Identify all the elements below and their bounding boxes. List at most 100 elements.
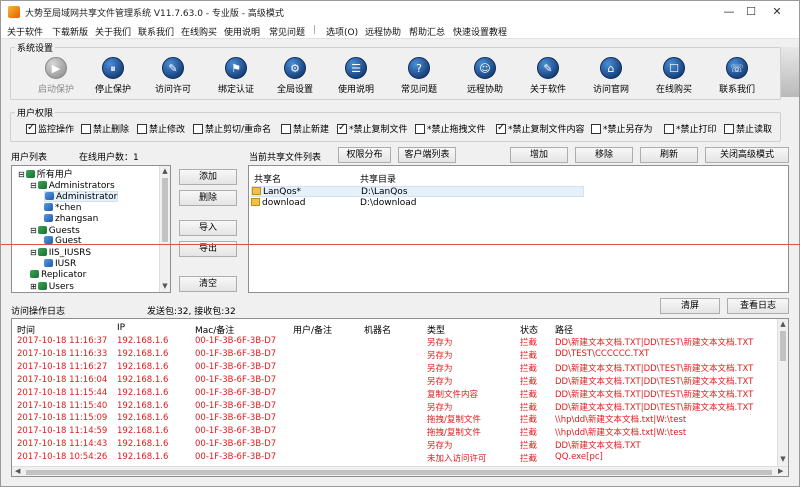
permission-checkbox-1[interactable]: 禁止删除 [81,122,129,135]
log-scroll-up-icon[interactable]: ▲ [778,320,788,328]
checkbox-box-3[interactable] [193,124,203,134]
permission-checkbox-4[interactable]: 禁止新建 [281,122,329,135]
toolbar-button-5[interactable]: ☰ 使用说明 [326,57,386,97]
remove-share-button[interactable]: 移除 [575,147,633,163]
table-row[interactable]: 2017-10-18 11:16:33 192.168.1.6 00-1F-3B-6… [12,349,776,361]
checkbox-box-2[interactable] [137,124,147,134]
toolbar-button-7[interactable]: ☺ 远程协助 [455,57,515,97]
tree-expander-icon[interactable]: ⊟ [30,248,37,257]
tree-node-7[interactable]: ⊟ IIS_IUSRS [30,247,91,258]
log-scroll-down-icon[interactable]: ▼ [778,455,788,463]
log-col-header-ip[interactable]: IP [117,323,125,333]
log-col-header-mac[interactable]: Mac/备注 [195,323,234,336]
checkbox-box-9[interactable] [664,124,674,134]
tree-expander-icon[interactable]: ⊟ [30,181,37,190]
share-list[interactable]: 共享名 共享目录 LanQos* D:\LanQos download D:\down… [248,165,789,293]
permission-distribution-button[interactable]: 权限分布 [338,147,391,163]
toolbar-button-1[interactable]: ⏸ 停止保护 [83,57,143,97]
log-horizontal-scrollbar[interactable]: ◀ ▶ [12,466,788,476]
toolbar-button-8[interactable]: ✎ 关于软件 [518,57,578,97]
add-user-button[interactable]: 添加 [179,169,237,185]
log-col-header-path[interactable]: 路径 [555,323,573,336]
tree-node-3[interactable]: *chen [44,202,81,214]
table-row[interactable]: 2017-10-18 11:16:27 192.168.1.6 00-1F-3B-6… [12,362,776,374]
close-button[interactable]: ✕ [755,1,799,23]
log-hscroll-thumb[interactable] [26,470,772,475]
permission-checkbox-3[interactable]: 禁止剪切/重命名 [193,122,271,135]
log-vertical-scrollbar[interactable]: ▲ ▼ [777,319,788,466]
menu-item-2[interactable]: 关于我们 [95,25,131,38]
menu-item-10[interactable]: 帮助汇总 [409,25,445,38]
tree-node-8[interactable]: IUSR [44,258,76,270]
permission-checkbox-7[interactable]: *禁止复制文件内容 [496,122,585,135]
menu-item-8[interactable]: 选项(O) [326,25,358,38]
menu-item-5[interactable]: 使用说明 [224,25,260,38]
permission-checkbox-6[interactable]: *禁止拖拽文件 [415,122,486,135]
toolbar-button-10[interactable]: ☐ 在线购买 [644,57,704,97]
scroll-thumb[interactable] [162,178,168,242]
user-tree[interactable]: ▲ ▼ ⊟ 所有用户 ⊟ Administrators Administrator *ch… [11,165,171,293]
permission-checkbox-9[interactable]: *禁止打印 [664,122,717,135]
toolbar-button-3[interactable]: ⚑ 绑定认证 [206,57,266,97]
permission-checkbox-2[interactable]: 禁止修改 [137,122,185,135]
refresh-button[interactable]: 刷新 [640,147,698,163]
checkbox-box-10[interactable] [724,124,734,134]
access-log-table[interactable]: ▲ ▼ ◀ ▶ 时间 IP Mac/备注 用户/备注 机器名 类型 状态 路径 2017-10-… [11,318,789,477]
table-row[interactable]: 2017-10-18 11:14:43 192.168.1.6 00-1F-3B-6… [12,439,776,451]
tree-expander-icon[interactable]: ⊟ [18,170,25,179]
add-share-button[interactable]: 增加 [510,147,568,163]
table-row[interactable]: 2017-10-18 10:54:26 192.168.1.6 00-1F-3B-6… [12,452,776,464]
delete-user-button[interactable]: 删除 [179,190,237,206]
tree-node-1[interactable]: ⊟ Administrators [30,180,115,191]
checkbox-box-4[interactable] [281,124,291,134]
permission-checkbox-10[interactable]: 禁止读取 [724,122,772,135]
view-log-button[interactable]: 查看日志 [727,298,789,314]
table-row[interactable]: 2017-10-18 11:15:44 192.168.1.6 00-1F-3B-6… [12,388,776,400]
toolbar-button-2[interactable]: ✎ 访问许可 [143,57,203,97]
permission-checkbox-0[interactable]: 监控操作 [26,122,74,135]
checkbox-box-6[interactable] [415,124,425,134]
menu-item-4[interactable]: 在线购买 [181,25,217,38]
menu-item-11[interactable]: 快速设置教程 [453,25,507,38]
tree-node-0[interactable]: ⊟ 所有用户 [18,169,73,180]
share-row[interactable]: LanQos* D:\LanQos [251,186,584,197]
tree-expander-icon[interactable]: ⊞ [30,282,37,291]
checkbox-box-7[interactable] [496,122,506,134]
import-button[interactable]: 导入 [179,220,237,236]
tree-node-4[interactable]: zhangsan [44,213,98,225]
tree-expander-icon[interactable]: ⊟ [30,226,37,235]
tree-node-6[interactable]: Guest [44,236,81,247]
toolbar-button-6[interactable]: ? 常见问题 [389,57,449,97]
checkbox-box-8[interactable] [591,124,601,134]
permission-checkbox-5[interactable]: *禁止复制文件 [337,122,408,135]
share-name-header[interactable]: 共享名 [254,172,281,185]
toolbar-button-9[interactable]: ⌂ 访问官网 [581,57,641,97]
tree-node-2[interactable]: Administrator [44,191,119,203]
table-row[interactable]: 2017-10-18 11:16:04 192.168.1.6 00-1F-3B-6… [12,375,776,387]
user-tree-scrollbar[interactable]: ▲ ▼ [159,166,170,292]
log-col-header-type[interactable]: 类型 [427,323,445,336]
clear-users-button[interactable]: 清空 [179,276,237,292]
client-list-button[interactable]: 客户端列表 [398,147,456,163]
close-advanced-mode-button[interactable]: 关闭高级模式 [705,147,789,163]
menu-item-3[interactable]: 联系我们 [138,25,174,38]
scroll-down-icon[interactable]: ▼ [160,282,170,290]
scroll-left-icon[interactable]: ◀ [15,467,20,475]
menu-item-6[interactable]: 常见问题 [269,25,305,38]
clear-screen-button[interactable]: 清屏 [660,298,720,314]
checkbox-box-0[interactable] [26,122,36,134]
table-row[interactable]: 2017-10-18 11:15:40 192.168.1.6 00-1F-3B-6… [12,401,776,413]
log-scroll-thumb[interactable] [780,331,786,361]
menu-item-9[interactable]: 远程协助 [365,25,401,38]
scroll-up-icon[interactable]: ▲ [160,167,170,175]
log-col-header-host[interactable]: 机器名 [364,323,391,336]
tree-node-9[interactable]: Replicator [30,269,86,281]
permission-checkbox-8[interactable]: *禁止另存为 [591,122,653,135]
share-dir-header[interactable]: 共享目录 [360,172,396,185]
scroll-right-icon[interactable]: ▶ [778,467,783,475]
share-row[interactable]: download D:\download [251,198,584,209]
log-col-header-time[interactable]: 时间 [17,323,35,336]
log-col-header-user[interactable]: 用户/备注 [293,323,332,336]
log-col-header-status[interactable]: 状态 [520,323,538,336]
toolbar-button-4[interactable]: ⚙ 全局设置 [265,57,325,97]
